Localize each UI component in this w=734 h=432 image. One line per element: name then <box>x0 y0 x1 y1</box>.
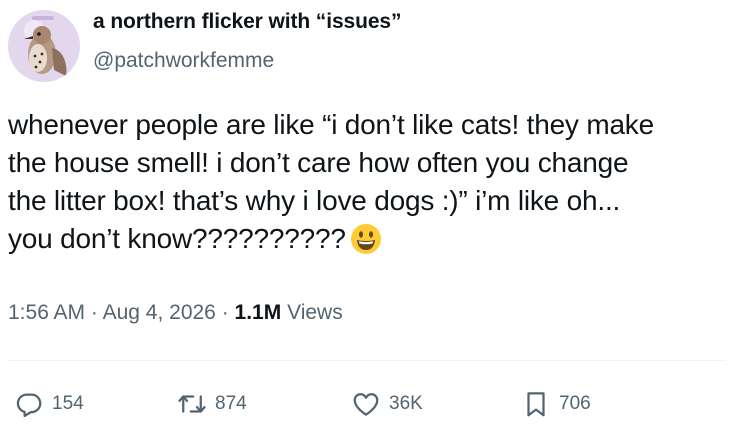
heart-icon <box>353 393 379 416</box>
meta-separator: · <box>221 301 229 324</box>
bookmark-icon <box>527 392 545 417</box>
tweet-text: whenever people are like “i don’t like c… <box>8 106 728 265</box>
reply-button[interactable]: 154 <box>14 386 84 422</box>
like-count: 36K <box>389 393 423 414</box>
display-name[interactable]: a northern flicker with “issues” <box>93 10 401 34</box>
views-label: Views <box>287 301 343 324</box>
tweet-line: you don’t know?????????? <box>8 220 728 265</box>
bookmark-button[interactable]: 706 <box>521 386 591 422</box>
user-handle[interactable]: @patchworkfemme <box>93 49 274 73</box>
bird-avatar-icon <box>8 10 80 82</box>
tweet-line: the litter box! that’s why i love dogs :… <box>8 185 621 216</box>
tweet-time[interactable]: 1:56 AM <box>8 301 85 324</box>
views-count: 1.1M <box>234 301 282 324</box>
repost-button[interactable]: 874 <box>177 386 247 422</box>
tweet-date[interactable]: Aug 4, 2026 <box>103 301 216 324</box>
tweet-meta: 1:56 AM · Aug 4, 2026 · 1.1M Views <box>8 301 343 325</box>
bookmark-count: 706 <box>559 393 591 414</box>
tweet-line: whenever people are like “i don’t like c… <box>8 109 654 140</box>
reply-icon <box>16 393 42 417</box>
tweet-line: the house smell! i don’t care how often … <box>8 147 629 178</box>
divider <box>8 360 726 361</box>
meta-separator: · <box>90 301 98 324</box>
repost-count: 874 <box>215 393 247 414</box>
avatar[interactable] <box>8 10 80 82</box>
repost-icon <box>178 395 206 413</box>
reply-count: 154 <box>52 393 84 414</box>
tweet-line-text: you don’t know?????????? <box>8 223 346 254</box>
like-button[interactable]: 36K <box>351 386 423 422</box>
grinning-face-emoji-icon <box>350 223 382 265</box>
